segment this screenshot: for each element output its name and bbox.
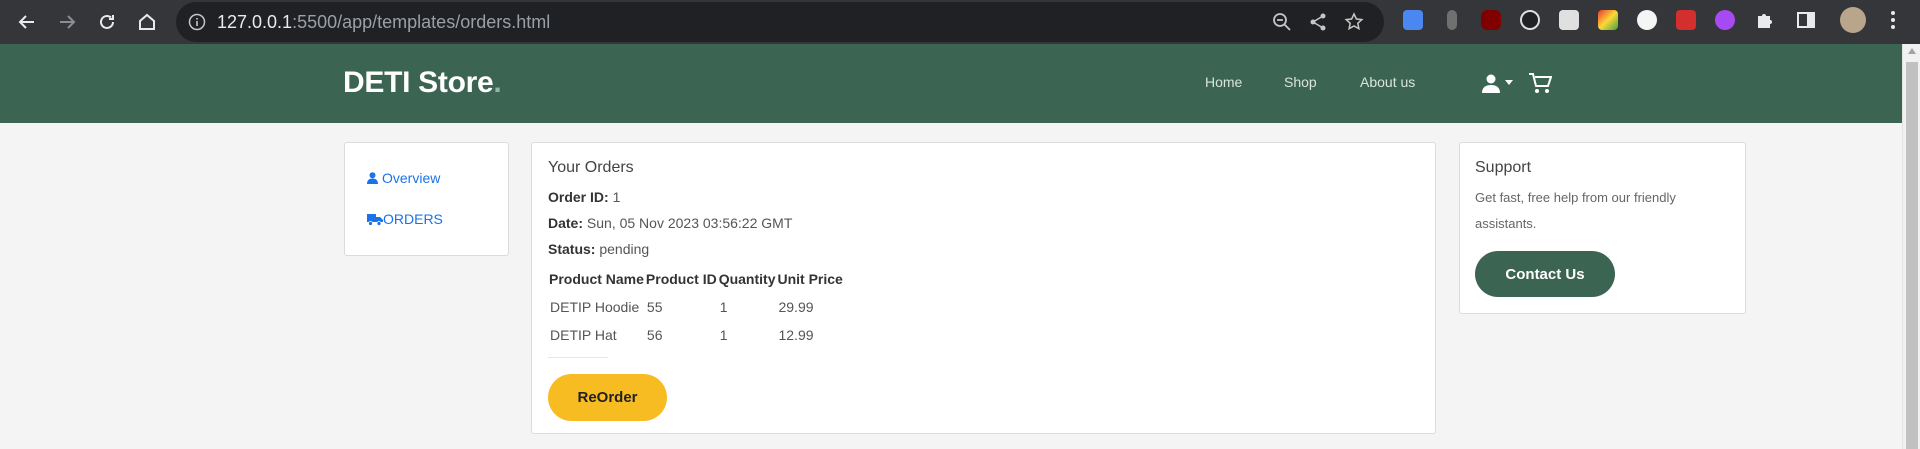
order-date-line: Date: Sun, 05 Nov 2023 03:56:22 GMT: [548, 215, 792, 231]
cell-unit-price: 29.99: [778, 299, 814, 315]
reload-button[interactable]: [90, 5, 124, 39]
brand-dot: .: [493, 66, 502, 99]
truck-icon: [367, 213, 383, 226]
column-header-unit-price: Unit Price: [777, 271, 843, 287]
nav-shop[interactable]: Shop: [1284, 74, 1317, 90]
page-scrollbar[interactable]: [1902, 44, 1920, 449]
browser-toolbar: 127.0.0.1:5500/app/templates/orders.html: [0, 0, 1920, 44]
back-arrow-icon: [18, 15, 34, 29]
order-items-table: Product Name Product ID Quantity Unit Pr…: [548, 265, 844, 349]
color-extension-icon[interactable]: [1594, 6, 1622, 34]
profile-avatar[interactable]: [1839, 6, 1867, 34]
orders-card: Your Orders Order ID: 1 Date: Sun, 05 No…: [531, 142, 1436, 434]
menu-kebab-icon[interactable]: [1879, 6, 1907, 34]
order-date-value: Sun, 05 Nov 2023 03:56:22 GMT: [586, 215, 793, 231]
column-header-quantity: Quantity: [718, 271, 776, 287]
order-id-value: 1: [612, 189, 621, 205]
contact-us-button[interactable]: Contact Us: [1475, 251, 1615, 297]
nav-home[interactable]: Home: [1205, 74, 1242, 90]
address-bar[interactable]: 127.0.0.1:5500/app/templates/orders.html: [176, 2, 1384, 42]
cell-product-id: 55: [646, 299, 663, 315]
scroll-up-arrow-icon[interactable]: [1908, 48, 1916, 54]
account-sidebar: Overview ORDERS: [344, 142, 509, 256]
cart-button[interactable]: [1528, 71, 1552, 95]
forward-arrow-icon: [60, 15, 76, 29]
cell-product-name: DETIP Hat: [550, 327, 617, 343]
share-icon[interactable]: [1306, 10, 1330, 34]
cart-icon: [1529, 73, 1552, 93]
translate-extension-icon[interactable]: [1399, 6, 1427, 34]
order-id-label: Order ID:: [548, 189, 609, 205]
table-row: DETIP Hoodie 55 1 29.99: [548, 293, 844, 321]
pen-extension-icon[interactable]: [1516, 6, 1544, 34]
cell-unit-price: 12.99: [778, 327, 814, 343]
reorder-button[interactable]: ReOrder: [548, 374, 667, 421]
table-header-row: Product Name Product ID Quantity Unit Pr…: [548, 265, 844, 293]
cell-product-name: DETIP Hoodie: [550, 299, 640, 315]
support-title: Support: [1475, 159, 1532, 176]
url-text: 127.0.0.1:5500/app/templates/orders.html: [217, 2, 550, 42]
sidebar-item-label: Overview: [382, 170, 441, 186]
zoom-icon[interactable]: [1270, 10, 1294, 34]
account-menu[interactable]: [1480, 72, 1514, 94]
table-row: DETIP Hat 56 1 12.99: [548, 321, 844, 349]
sidebar-item-orders[interactable]: ORDERS: [367, 211, 443, 227]
site-header: DETI Store. Home Shop About us: [0, 44, 1902, 123]
divider: [548, 357, 608, 358]
bookmark-star-icon[interactable]: [1342, 10, 1366, 34]
site-info-icon[interactable]: [188, 13, 206, 36]
support-text: Get fast, free help from our friendly as…: [1475, 190, 1676, 231]
brand-logo[interactable]: DETI Store.: [343, 66, 502, 100]
panda-extension-icon[interactable]: [1633, 6, 1661, 34]
column-header-product-name: Product Name: [549, 271, 644, 287]
order-date-label: Date:: [548, 215, 584, 231]
order-status-value: pending: [599, 241, 650, 257]
orders-title: Your Orders: [548, 159, 634, 176]
glasses-extension-icon[interactable]: [1555, 6, 1583, 34]
url-host: 127.0.0.1: [217, 12, 293, 32]
back-button[interactable]: [10, 5, 44, 39]
scrollbar-thumb[interactable]: [1906, 62, 1918, 449]
sidebar-item-label: ORDERS: [383, 211, 443, 227]
cell-product-id: 56: [646, 327, 663, 343]
home-icon: [139, 13, 155, 30]
forward-button[interactable]: [50, 5, 84, 39]
brand-name: DETI Store: [343, 66, 494, 99]
order-id-line: Order ID: 1: [548, 189, 620, 205]
home-button[interactable]: [130, 5, 164, 39]
forward-extension-icon[interactable]: [1672, 6, 1700, 34]
caret-down-icon: [1505, 80, 1513, 85]
order-status-line: Status: pending: [548, 241, 649, 257]
sidebar-item-overview[interactable]: Overview: [367, 170, 440, 186]
mouse-extension-icon[interactable]: [1438, 6, 1466, 34]
cell-quantity: 1: [719, 299, 728, 315]
support-card: Support Get fast, free help from our fri…: [1459, 142, 1746, 314]
cell-quantity: 1: [719, 327, 728, 343]
reload-icon: [100, 14, 114, 29]
ublock-extension-icon[interactable]: [1477, 6, 1505, 34]
nav-about-us[interactable]: About us: [1360, 74, 1415, 90]
user-icon: [1482, 74, 1500, 93]
bubble-extension-icon[interactable]: [1711, 6, 1739, 34]
order-status-label: Status:: [548, 241, 596, 257]
column-header-product-id: Product ID: [645, 271, 717, 287]
puzzle-extensions-icon[interactable]: [1750, 6, 1778, 34]
url-path: :5500/app/templates/orders.html: [292, 12, 551, 32]
side-panel-icon[interactable]: [1792, 6, 1820, 34]
user-icon: [367, 172, 378, 184]
